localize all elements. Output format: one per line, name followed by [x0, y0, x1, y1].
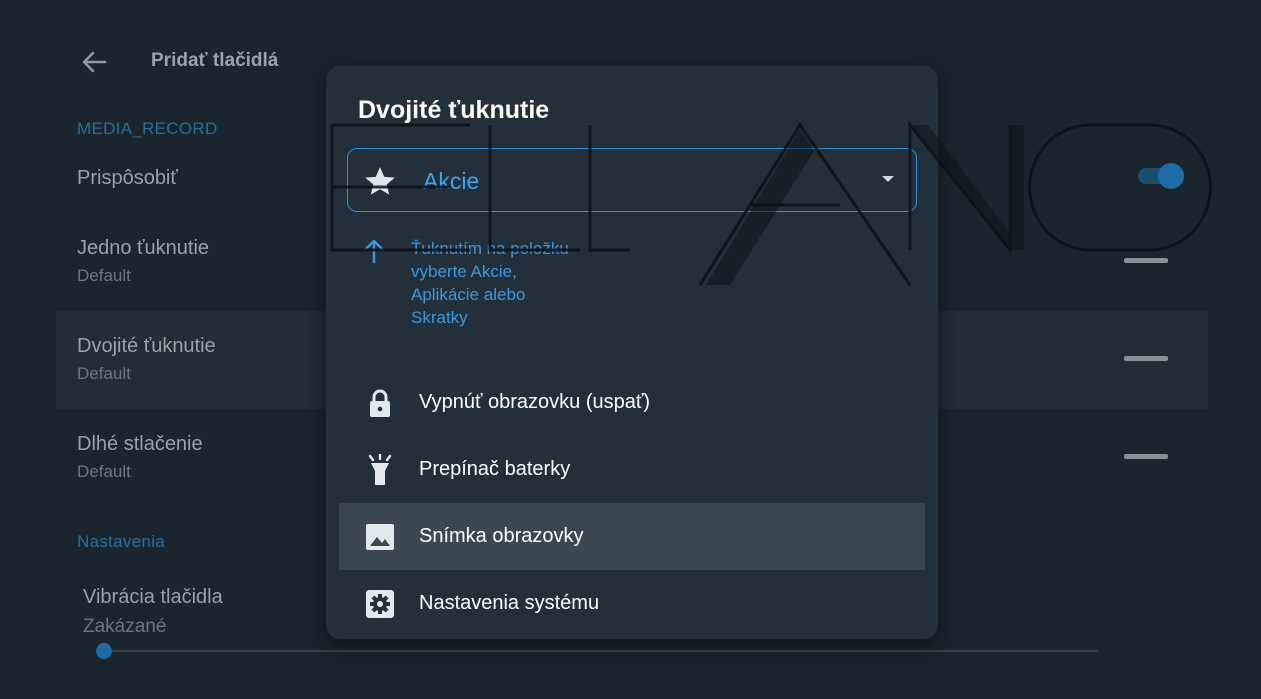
- dialog-title: Dvojité ťuknutie: [358, 96, 550, 124]
- row-subtitle: Default: [77, 364, 131, 383]
- flashlight-icon: [365, 453, 395, 485]
- page-title: Pridať tlačidlá: [151, 50, 279, 71]
- row-subtitle: Default: [77, 266, 131, 285]
- customize-toggle[interactable]: [1138, 163, 1184, 189]
- list-item-label: Prepínač baterky: [419, 458, 571, 480]
- gear-icon: [365, 589, 395, 619]
- toggle-thumb: [1158, 163, 1184, 189]
- dropdown-value: Akcie: [423, 168, 480, 194]
- list-item-label: Vypnúť obrazovku (uspať): [419, 391, 651, 413]
- caret-down-icon: [882, 176, 894, 182]
- slider-thumb[interactable]: [96, 643, 112, 659]
- list-item-screen-off[interactable]: Vypnúť obrazovku (uspať): [339, 369, 925, 436]
- star-icon: [365, 167, 395, 195]
- lock-icon: [365, 388, 395, 418]
- vibration-label: Vibrácia tlačidla: [83, 586, 223, 608]
- row-title: Jedno ťuknutie: [77, 237, 210, 259]
- back-button[interactable]: [76, 44, 112, 80]
- action-picker-dialog: Dvojité ťuknutie Akcie Ťuknutím na polož…: [326, 66, 938, 639]
- list-item-label: Nastavenia systému: [419, 592, 600, 614]
- hint-text: Ťuknutím na položku vyberte Akcie, Aplik…: [411, 239, 569, 327]
- minus-icon: [1124, 258, 1168, 263]
- list-item-system-settings[interactable]: Nastavenia systému: [339, 570, 925, 637]
- list-item-flashlight[interactable]: Prepínač baterky: [339, 436, 925, 503]
- vibration-value: Zakázané: [83, 616, 167, 637]
- arrow-left-icon: [82, 51, 107, 73]
- section-header-settings: Nastavenia: [77, 532, 166, 551]
- list-item-label: Snímka obrazovky: [419, 525, 584, 547]
- slider-track: [104, 650, 1098, 652]
- minus-icon: [1124, 454, 1168, 459]
- section-header-media: MEDIA_RECORD: [77, 119, 218, 138]
- image-icon: [365, 522, 395, 552]
- screen: Pridať tlačidlá MEDIA_RECORD Prispôsobiť…: [0, 0, 1261, 699]
- list-item-screenshot[interactable]: Snímka obrazovky: [339, 503, 925, 570]
- vibration-slider[interactable]: [96, 642, 1098, 660]
- action-list: Vypnúť obrazovku (uspať) Prepínač baterk…: [339, 369, 925, 637]
- minus-icon: [1124, 356, 1168, 361]
- row-title: Dlhé stlačenie: [77, 433, 203, 455]
- arrow-up-icon: [363, 239, 385, 264]
- category-dropdown[interactable]: Akcie: [347, 148, 917, 212]
- row-title: Dvojité ťuknutie: [77, 335, 216, 357]
- row-subtitle: Default: [77, 462, 131, 481]
- customize-label: Prispôsobiť: [77, 167, 178, 189]
